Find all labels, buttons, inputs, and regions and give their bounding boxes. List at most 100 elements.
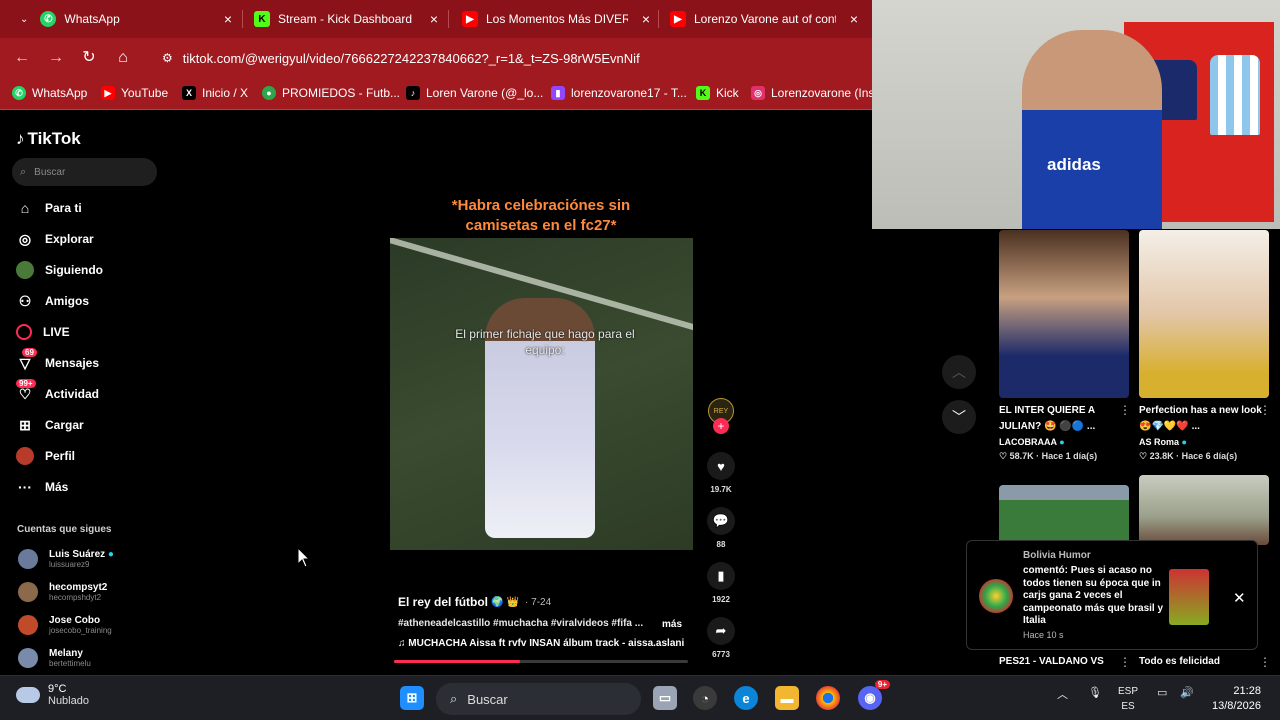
nav-actividad[interactable]: ♡ 99+ Actividad <box>16 379 99 405</box>
tab-divider <box>658 10 659 28</box>
microphone-icon[interactable]: 🎙 <box>1088 686 1102 699</box>
network-icon[interactable]: ▭ <box>1157 686 1167 699</box>
taskbar-search[interactable]: ⌕ Buscar <box>436 683 641 715</box>
site-info-icon[interactable]: ⚙ <box>162 51 173 65</box>
more-link[interactable]: más <box>662 619 682 630</box>
windows-start-icon[interactable]: ⊞ <box>400 686 424 710</box>
avatar <box>18 549 38 569</box>
bookmark-tiktok[interactable]: ♪ Loren Varone (@_lo... <box>406 86 543 100</box>
nav-para-ti[interactable]: ⌂ Para ti <box>16 197 82 219</box>
bookmark-x[interactable]: X Inicio / X <box>182 86 248 100</box>
nav-explorar[interactable]: ◎ Explorar <box>16 228 94 250</box>
following-account[interactable]: Melany bertettimelu <box>18 648 91 668</box>
nav-mas[interactable]: ··· Más <box>16 476 68 498</box>
chrome-icon[interactable] <box>816 686 840 710</box>
volume-icon[interactable]: 🔊 <box>1180 686 1194 699</box>
task-view-icon[interactable]: ▭ <box>653 686 677 710</box>
video-author[interactable]: El rey del fútbol 🌍 👑 · 7-24 <box>398 595 551 609</box>
reload-icon[interactable]: ↻ <box>79 48 99 68</box>
recommended-title[interactable]: Perfection has a new look 😍💎💛❤️ ... <box>1139 403 1269 435</box>
bookmark-kick[interactable]: K Kick <box>696 86 739 100</box>
notification-author: Bolivia Humor <box>1023 550 1091 561</box>
search-input[interactable]: ⌕ Buscar <box>12 158 157 186</box>
following-account[interactable]: Jose Cobo josecobo_training <box>18 615 112 635</box>
close-icon[interactable]: × <box>430 11 438 27</box>
language-indicator[interactable]: ESP ES <box>1118 684 1138 714</box>
more-options-icon[interactable]: ⋮ <box>1259 403 1271 417</box>
comment-notification[interactable]: Bolivia Humor comentó: Pues si acaso no … <box>966 540 1258 650</box>
video-progress[interactable] <box>394 660 688 663</box>
creator-avatar[interactable]: REY + <box>706 398 736 434</box>
save-button[interactable]: ▮ 1922 <box>706 562 736 604</box>
weather-widget[interactable]: 9°C Nublado <box>16 683 89 707</box>
nav-mensajes[interactable]: ▽ 69 Mensajes <box>16 348 99 374</box>
home-icon[interactable]: ⌂ <box>113 48 133 68</box>
comment-icon: 💬 <box>707 507 735 535</box>
close-icon[interactable]: × <box>850 11 858 27</box>
tiktok-logo[interactable]: ♪ TikTok <box>16 129 81 149</box>
nav-live[interactable]: LIVE <box>16 321 70 343</box>
avatar <box>979 579 1013 613</box>
video-music[interactable]: ♫ MUCHACHA Aissa ft rvfv INSAN álbum tra… <box>398 638 684 649</box>
bookmark-promiedos[interactable]: ● PROMIEDOS - Futb... <box>262 86 400 100</box>
more-options-icon[interactable]: ⋮ <box>1259 655 1271 669</box>
tab-kick[interactable]: K Stream - Kick Dashboard × <box>244 4 444 34</box>
following-account[interactable]: hecompsyt2 hecompshdyt2 <box>18 582 107 602</box>
x-icon: X <box>182 86 196 100</box>
close-icon[interactable]: × <box>642 11 650 27</box>
address-bar[interactable]: ⚙ tiktok.com/@werigyul/video/76662272422… <box>150 43 872 73</box>
tab-youtube-2[interactable]: ▶ Lorenzo Varone aut of conte × <box>660 4 864 34</box>
close-icon[interactable]: × <box>224 11 232 27</box>
recommended-author[interactable]: AS Roma ● <box>1139 437 1187 447</box>
promiedos-icon: ● <box>262 86 276 100</box>
next-video-button[interactable]: ﹀ <box>942 400 976 434</box>
comment-button[interactable]: 💬 88 <box>706 507 736 549</box>
tab-youtube-1[interactable]: ▶ Los Momentos Más DIVERTIDOS × <box>452 4 656 34</box>
chevron-down-icon[interactable]: ⌄ <box>20 14 28 25</box>
video-hashtags[interactable]: #atheneadelcastillo #muchacha #viralvide… <box>398 618 643 629</box>
bookmark-youtube[interactable]: ▶ YouTube <box>101 86 168 100</box>
back-icon[interactable]: ← <box>12 48 32 68</box>
bookmark-twitch[interactable]: ▮ lorenzovarone17 - T... <box>551 86 687 100</box>
previous-video-button[interactable]: ︿ <box>942 355 976 389</box>
tab-strip: ⌄ ✆ WhatsApp × K Stream - Kick Dashboard… <box>0 0 872 38</box>
recommended-thumbnail[interactable] <box>1139 230 1269 398</box>
more-options-icon[interactable]: ⋮ <box>1119 655 1131 669</box>
bookmark-instagram[interactable]: ◎ Lorenzovarone (Inst... <box>751 86 888 100</box>
nav-amigos[interactable]: ⚇ Amigos <box>16 290 89 312</box>
following-account[interactable]: Luis Suárez ● luissuarez9 <box>18 549 114 569</box>
app-icon[interactable]: ◔ <box>693 686 717 710</box>
nav-perfil[interactable]: Perfil <box>16 445 75 467</box>
recommended-title[interactable]: EL INTER QUIERE A JULIAN? 🤩 ⚫🔵 ... <box>999 403 1129 435</box>
recommended-author[interactable]: LACOBRAAA ● <box>999 437 1065 447</box>
recommended-thumbnail[interactable] <box>999 485 1129 545</box>
discord-badge: 9+ <box>874 680 890 689</box>
search-icon: ⌕ <box>450 691 458 706</box>
bookmark-whatsapp[interactable]: ✆ WhatsApp <box>12 86 87 100</box>
video-player[interactable]: El primer fichaje que hago para el equip… <box>390 238 693 550</box>
like-button[interactable]: ♥ 19.7K <box>706 452 736 494</box>
follow-plus-icon[interactable]: + <box>713 418 729 434</box>
recommended-title[interactable]: Todo es felicidad <box>1139 656 1220 667</box>
clock[interactable]: 21:28 13/8/2026 <box>1212 684 1261 714</box>
chevron-up-icon[interactable]: ︿ <box>1057 686 1068 702</box>
recommended-thumbnail[interactable] <box>999 230 1129 398</box>
streamer-figure <box>1022 30 1162 229</box>
discord-icon[interactable]: ◉ 9+ <box>858 680 890 710</box>
tab-divider <box>242 10 243 28</box>
more-icon: ··· <box>18 479 32 495</box>
profile-icon <box>16 447 34 465</box>
tab-whatsapp[interactable]: ⌄ ✆ WhatsApp × <box>10 4 238 34</box>
youtube-icon: ▶ <box>462 11 478 27</box>
nav-siguiendo[interactable]: Siguiendo <box>16 259 103 281</box>
edge-icon[interactable]: e <box>734 686 758 710</box>
recommended-thumbnail[interactable] <box>1139 475 1269 545</box>
file-explorer-icon[interactable]: ▬ <box>775 686 799 710</box>
share-button[interactable]: ➦ 6773 <box>706 617 736 659</box>
forward-icon[interactable]: → <box>46 48 66 68</box>
recommended-title[interactable]: PES21 - VALDANO VS <box>999 656 1104 667</box>
kick-icon: K <box>696 86 710 100</box>
nav-cargar[interactable]: ⊞ Cargar <box>16 414 84 436</box>
close-icon[interactable]: ✕ <box>1233 589 1246 607</box>
more-options-icon[interactable]: ⋮ <box>1119 403 1131 417</box>
